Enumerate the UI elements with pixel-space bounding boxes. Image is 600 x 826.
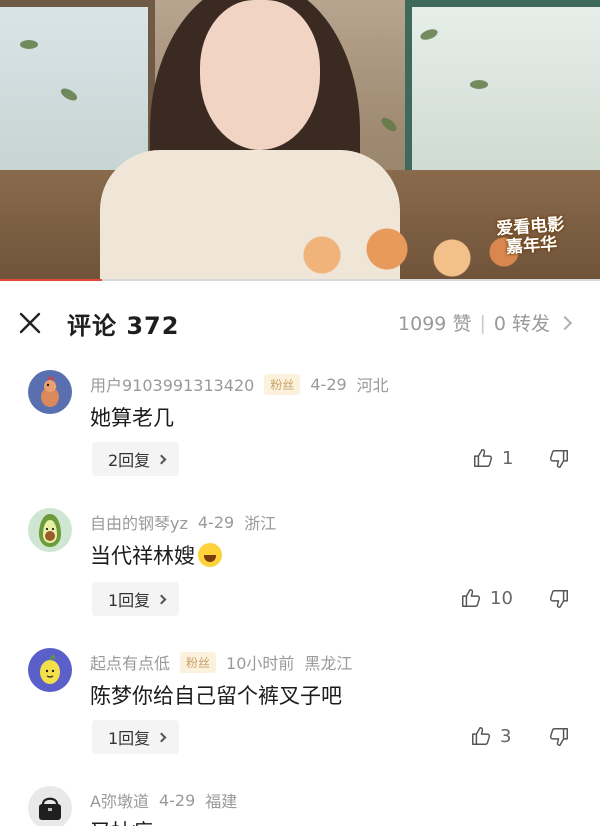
chevron-right-icon (557, 315, 573, 330)
chevron-right-icon (156, 594, 167, 604)
rooster-icon (41, 376, 59, 407)
leaf-decoration (470, 80, 488, 89)
comment-meta: 起点有点低 粉丝 10小时前 黑龙江 (90, 650, 352, 674)
stats-separator: | (479, 311, 486, 334)
like-button[interactable]: 1 (472, 447, 513, 469)
lemon-avatar[interactable] (28, 648, 72, 692)
chevron-right-icon (156, 732, 167, 742)
reply-count-label: 1回复 (108, 591, 151, 610)
lemon-icon (40, 654, 60, 684)
thumbs-up-icon (474, 449, 493, 467)
rooster-avatar[interactable] (28, 370, 72, 414)
comment-text: 她算老几 (90, 402, 174, 432)
person-face (200, 0, 320, 150)
comment-text: 又抽疯 (90, 816, 153, 826)
thumbs-down-icon[interactable] (548, 448, 570, 470)
leaf-decoration (20, 40, 38, 49)
comment-item: 自由的钢琴yz 4-29 浙江 当代祥林嫂 1回复 10 (0, 500, 600, 638)
like-button[interactable]: 3 (470, 725, 511, 747)
comment-text-content: 又抽疯 (90, 816, 153, 826)
comment-text: 陈梦你给自己留个裤叉子吧 (90, 680, 342, 710)
leaf-decoration (379, 115, 399, 134)
view-replies-button[interactable]: 1回复 (92, 720, 180, 754)
comment-username[interactable]: 自由的钢琴yz (90, 510, 188, 534)
comment-text-content: 她算老几 (90, 406, 174, 430)
like-button[interactable]: 10 (460, 587, 513, 609)
like-count: 1 (502, 447, 514, 469)
video-player[interactable]: 爱看电影 嘉年华 (0, 0, 600, 281)
comment-region: 福建 (205, 792, 238, 811)
comment-item: 用户9103991313420 粉丝 4-29 河北 她算老几 2回复 1 (0, 360, 600, 500)
comment-item: A弥墩道 4-29 福建 又抽疯 (0, 778, 600, 826)
like-count: 3 (500, 725, 512, 747)
comment-text-content: 当代祥林嫂 (90, 544, 195, 568)
handbag-avatar[interactable] (28, 786, 72, 826)
comment-date: 4-29 (197, 512, 235, 532)
comment-meta: 用户9103991313420 粉丝 4-29 河北 (90, 372, 389, 396)
avocado-icon (39, 514, 61, 547)
comments-header: 评论 372 1099 赞 | 0 转发 (0, 282, 600, 360)
header-stats[interactable]: 1099 赞 | 0 转发 (398, 309, 573, 336)
comment-date: 4-29 (158, 790, 196, 810)
view-replies-button[interactable]: 1回复 (92, 582, 180, 616)
fan-badge: 粉丝 (264, 373, 301, 395)
comment-date: 4-29 (310, 374, 347, 394)
comment-region: 浙江 (244, 514, 277, 533)
laughing-crying-emoji-icon (198, 543, 222, 567)
thumbs-up-icon (472, 727, 491, 745)
comment-item: 起点有点低 粉丝 10小时前 黑龙江 陈梦你给自己留个裤叉子吧 1回复 3 (0, 638, 600, 778)
comment-date: 10小时前 (226, 654, 295, 673)
comment-username[interactable]: 用户9103991313420 (90, 372, 254, 396)
chevron-right-icon (156, 454, 167, 464)
video-progress-fill (0, 279, 102, 281)
thumbs-up-icon (462, 589, 481, 607)
comment-username[interactable]: 起点有点低 (90, 650, 170, 674)
comment-meta: 自由的钢琴yz 4-29 浙江 (90, 510, 276, 534)
reply-count-label: 1回复 (108, 729, 151, 748)
comment-region: 河北 (356, 376, 389, 395)
like-count: 10 (490, 587, 513, 609)
likes-count: 1099 赞 (398, 313, 472, 335)
view-replies-button[interactable]: 2回复 (92, 442, 180, 476)
fan-badge: 粉丝 (180, 651, 217, 673)
comment-text: 当代祥林嫂 (90, 540, 222, 570)
comment-meta: A弥墩道 4-29 福建 (90, 788, 237, 812)
comments-title: 评论 372 (67, 312, 180, 340)
comment-region: 黑龙江 (304, 654, 353, 673)
comment-text-content: 陈梦你给自己留个裤叉子吧 (90, 684, 342, 708)
thumbs-down-icon[interactable] (548, 726, 570, 748)
reply-count-label: 2回复 (108, 451, 151, 470)
close-icon[interactable] (18, 311, 42, 335)
handbag-icon (39, 797, 61, 820)
avocado-avatar[interactable] (28, 508, 72, 552)
comment-username[interactable]: A弥墩道 (90, 788, 149, 812)
thumbs-down-icon[interactable] (548, 588, 570, 610)
shares-count: 0 转发 (493, 313, 550, 335)
video-progress-bar[interactable] (0, 279, 600, 281)
channel-watermark: 爱看电影 嘉年华 (495, 214, 565, 258)
